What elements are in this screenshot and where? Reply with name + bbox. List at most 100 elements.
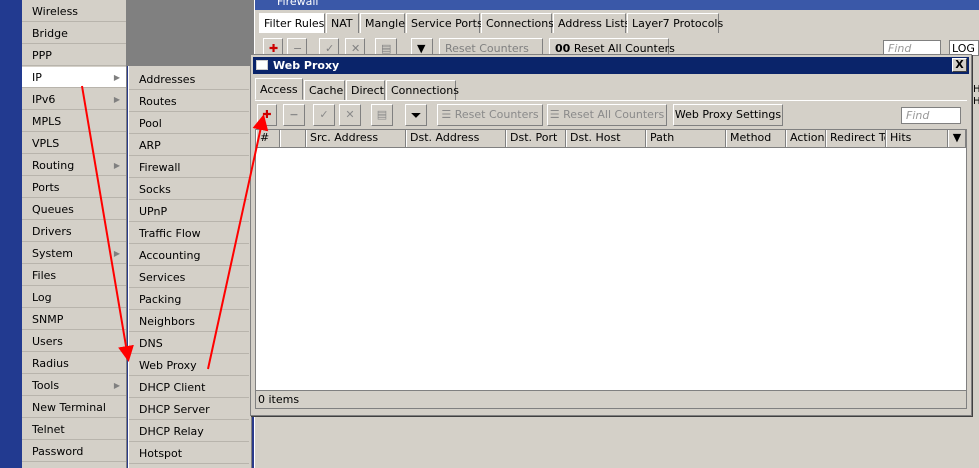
window-icon	[256, 60, 268, 70]
tab-connections[interactable]: Connections	[481, 13, 554, 33]
menu-item-bridge[interactable]: Bridge	[22, 23, 126, 44]
menu-label: Ports	[32, 181, 60, 194]
column-header-dst-port[interactable]: Dst. Port	[506, 130, 566, 147]
submenu-item-traffic-flow[interactable]: Traffic Flow	[129, 223, 249, 244]
submenu-item-web-proxy[interactable]: Web Proxy	[129, 355, 249, 376]
submenu-item-pool[interactable]: Pool	[129, 113, 249, 134]
menu-label: Users	[32, 335, 63, 348]
tab-direct[interactable]: Direct	[346, 80, 385, 100]
menu-label: System	[32, 247, 74, 260]
menu-label: Files	[32, 269, 57, 282]
firewall-title: Firewall	[277, 0, 319, 8]
menu-item-telnet[interactable]: Telnet	[22, 419, 126, 440]
column-header-blank[interactable]	[280, 130, 306, 147]
submenu-item-dhcp-relay[interactable]: DHCP Relay	[129, 421, 249, 442]
reset-counters-button[interactable]: ☰ Reset Counters	[437, 104, 543, 126]
column-header-hits[interactable]: Hits	[886, 130, 948, 147]
desktop-background	[126, 0, 254, 66]
menu-item-ppp[interactable]: PPP	[22, 45, 126, 66]
web-proxy-title: Web Proxy	[273, 59, 340, 72]
column-header-path[interactable]: Path	[646, 130, 726, 147]
tab-nat[interactable]: NAT	[326, 13, 359, 33]
menu-item-mpls[interactable]: MPLS	[22, 111, 126, 132]
add-button[interactable]: ✚	[257, 104, 277, 126]
tab-address-lists[interactable]: Address Lists	[553, 13, 630, 33]
menu-item-vpls[interactable]: VPLS	[22, 133, 126, 154]
menu-item-snmp[interactable]: SNMP	[22, 309, 126, 330]
web-proxy-settings-button[interactable]: Web Proxy Settings	[673, 104, 783, 126]
close-button[interactable]: X	[952, 58, 967, 72]
submenu-item-accounting[interactable]: Accounting	[129, 245, 249, 266]
minus-icon: −	[289, 108, 299, 121]
submenu-arrow-icon: ▶	[113, 73, 120, 82]
web-proxy-titlebar[interactable]: Web Proxy X	[253, 57, 969, 74]
table-header: # Src. Address Dst. Address Dst. Port Ds…	[256, 130, 966, 148]
comment-button[interactable]: ▤	[371, 104, 393, 126]
submenu-item-firewall[interactable]: Firewall	[129, 157, 249, 178]
submenu-item-packing[interactable]: Packing	[129, 289, 249, 310]
tab-service-ports[interactable]: Service Ports	[406, 13, 483, 33]
column-header-dst-host[interactable]: Dst. Host	[566, 130, 646, 147]
firewall-titlebar[interactable]: Firewall	[255, 0, 979, 10]
menu-label: IPv6	[32, 93, 56, 106]
enable-button[interactable]: ✓	[313, 104, 335, 126]
remove-button[interactable]: −	[283, 104, 305, 126]
tab-filter-rules[interactable]: Filter Rules	[259, 13, 325, 33]
menu-item-new-terminal[interactable]: New Terminal	[22, 397, 126, 418]
submenu-item-hotspot[interactable]: Hotspot	[129, 443, 249, 464]
column-header-action[interactable]: Action	[786, 130, 826, 147]
submenu-item-dns[interactable]: DNS	[129, 333, 249, 354]
menu-label: SNMP	[32, 313, 64, 326]
menu-item-tools[interactable]: Tools ▶	[22, 375, 126, 396]
submenu-item-upnp[interactable]: UPnP	[129, 201, 249, 222]
menu-label: Drivers	[32, 225, 72, 238]
menu-item-ports[interactable]: Ports	[22, 177, 126, 198]
submenu-item-dhcp-server[interactable]: DHCP Server	[129, 399, 249, 420]
column-header-dst-address[interactable]: Dst. Address	[406, 130, 506, 147]
menu-item-ipv6[interactable]: IPv6 ▶	[22, 89, 126, 110]
column-header-redirect-to[interactable]: Redirect To	[826, 130, 886, 147]
status-bar: 0 items	[256, 390, 966, 408]
disable-button[interactable]: ✕	[339, 104, 361, 126]
submenu-arrow-icon: ▶	[113, 249, 120, 258]
filter-button[interactable]: ⏷	[405, 104, 427, 126]
submenu-item-arp[interactable]: ARP	[129, 135, 249, 156]
find-input[interactable]: Find	[901, 107, 961, 124]
tab-access[interactable]: Access	[255, 78, 303, 100]
menu-item-queues[interactable]: Queues	[22, 199, 126, 220]
reset-all-counters-button[interactable]: ☰ Reset All Counters	[547, 104, 667, 126]
submenu-item-addresses[interactable]: Addresses	[129, 69, 249, 90]
submenu-item-neighbors[interactable]: Neighbors	[129, 311, 249, 332]
menu-item-password[interactable]: Password	[22, 441, 126, 462]
menu-label: Password	[32, 445, 84, 458]
tab-layer7-protocols[interactable]: Layer7 Protocols	[627, 13, 723, 33]
filter-icon: ⏷	[411, 108, 421, 122]
menu-item-files[interactable]: Files	[22, 265, 126, 286]
menu-item-routing[interactable]: Routing ▶	[22, 155, 126, 176]
column-header-src-address[interactable]: Src. Address	[306, 130, 406, 147]
menu-item-system[interactable]: System ▶	[22, 243, 126, 264]
web-proxy-toolbar: ✚ − ✓ ✕ ▤ ⏷ ☰ Reset Counters ☰ Reset All…	[255, 104, 967, 126]
column-chooser-dropdown[interactable]: ▼	[948, 130, 966, 147]
menu-item-ip[interactable]: IP ▶	[22, 67, 126, 88]
menu-item-log[interactable]: Log	[22, 287, 126, 308]
submenu-arrow-icon: ▶	[113, 161, 120, 170]
submenu-arrow-icon: ▶	[113, 381, 120, 390]
reset-all-counters-label: Reset All Counters	[563, 108, 665, 121]
edge-text-1: H	[973, 84, 979, 95]
tab-cache[interactable]: Cache	[304, 80, 345, 100]
submenu-item-socks[interactable]: Socks	[129, 179, 249, 200]
menu-item-wireless[interactable]: Wireless	[22, 1, 126, 22]
menu-item-drivers[interactable]: Drivers	[22, 221, 126, 242]
menu-item-radius[interactable]: Radius	[22, 353, 126, 374]
column-header-number[interactable]: #	[256, 130, 280, 147]
menu-label: VPLS	[32, 137, 60, 150]
submenu-item-dhcp-client[interactable]: DHCP Client	[129, 377, 249, 398]
column-header-method[interactable]: Method	[726, 130, 786, 147]
menu-item-users[interactable]: Users	[22, 331, 126, 352]
submenu-item-routes[interactable]: Routes	[129, 91, 249, 112]
tab-mangle[interactable]: Mangle	[360, 13, 405, 33]
submenu-item-services[interactable]: Services	[129, 267, 249, 288]
tab-connections[interactable]: Connections	[386, 80, 459, 100]
menu-label: IP	[32, 71, 42, 84]
